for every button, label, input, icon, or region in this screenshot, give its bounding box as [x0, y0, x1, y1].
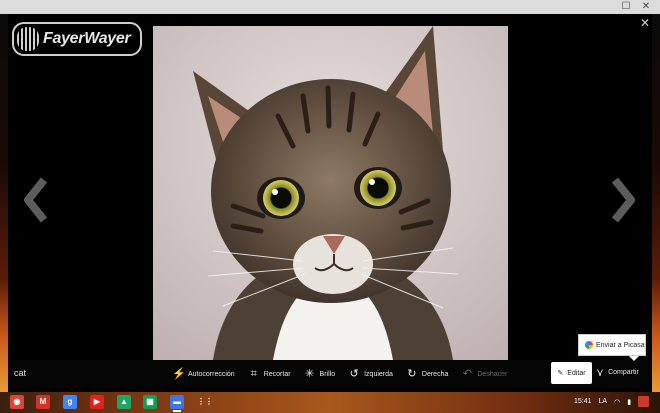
undo-icon: ↶: [462, 368, 472, 380]
app-launcher-icon[interactable]: ⋮⋮: [197, 395, 213, 409]
youtube-icon[interactable]: ▶: [90, 395, 104, 409]
status-area[interactable]: 15:41 LA ◠ ▮: [574, 396, 650, 407]
tool-brightness[interactable]: ✳ Brillo: [304, 368, 336, 380]
wifi-icon: ◠: [614, 398, 621, 406]
window-close-icon[interactable]: ✕: [638, 0, 654, 14]
clock: 15:41: [574, 398, 592, 405]
sheets-icon[interactable]: ▦: [143, 395, 157, 409]
edit-tools: ⚡ Autocorrección ⌗ Recortar ✳ Brillo ↺ Izquierd…: [172, 366, 520, 382]
next-photo-arrow-icon[interactable]: [611, 178, 637, 222]
google-icon[interactable]: g: [63, 395, 77, 409]
input-method: LA: [598, 398, 608, 405]
share-icon: ⋎: [596, 367, 605, 379]
tool-label: Autocorrección: [188, 370, 235, 378]
sun-icon: ✳: [304, 368, 315, 380]
previous-photo-arrow-icon[interactable]: [22, 178, 48, 222]
files-icon[interactable]: ▬: [170, 395, 184, 412]
magic-wand-icon: ⚡: [172, 368, 186, 380]
maximize-icon[interactable]: ☐: [618, 0, 634, 14]
tool-undo: ↶ Deshacer: [461, 368, 508, 380]
tool-label: Derecha: [421, 370, 449, 378]
tool-crop[interactable]: ⌗ Recortar: [248, 368, 291, 380]
drive-icon[interactable]: ▲: [117, 395, 131, 409]
logo-text: FayerWayer: [43, 30, 131, 47]
tool-rotate-right[interactable]: ↻ Derecha: [406, 368, 448, 380]
share-button[interactable]: ⋎ Compartir: [596, 366, 639, 379]
rotate-left-icon: ↺: [349, 368, 359, 380]
pencil-icon: ✎: [557, 370, 564, 377]
picasa-icon: [585, 341, 593, 349]
tool-label: Recortar: [263, 370, 291, 378]
edit-button[interactable]: ✎ Editar: [551, 362, 592, 384]
window-titlebar: [0, 0, 660, 14]
tool-label: Deshacer: [477, 370, 508, 378]
tool-label: Izquierda: [364, 370, 393, 378]
chrome-icon[interactable]: ◉: [10, 395, 24, 409]
fayerwayer-logo: FayerWayer: [12, 22, 142, 56]
cat-illustration: [153, 26, 508, 360]
tool-autocorrect[interactable]: ⚡ Autocorrección: [172, 368, 235, 380]
send-to-picasa-label: Enviar a Picasa: [596, 341, 645, 349]
send-to-picasa-popup[interactable]: Enviar a Picasa: [578, 334, 646, 361]
battery-icon: ▮: [627, 398, 632, 406]
tool-label: Brillo: [319, 370, 336, 378]
crop-icon: ⌗: [250, 368, 257, 380]
rotate-right-icon: ↻: [407, 368, 417, 380]
gmail-icon[interactable]: M: [36, 395, 50, 409]
photo-caption[interactable]: cat: [14, 368, 26, 378]
viewer-close-icon[interactable]: ✕: [638, 16, 652, 30]
avatar: [638, 396, 650, 407]
share-label: Compartir: [608, 369, 639, 376]
cat-photo: [153, 26, 508, 360]
edit-label: Editar: [567, 369, 586, 377]
tool-rotate-left[interactable]: ↺ Izquierda: [348, 368, 393, 380]
logo-mark-icon: [17, 27, 39, 51]
